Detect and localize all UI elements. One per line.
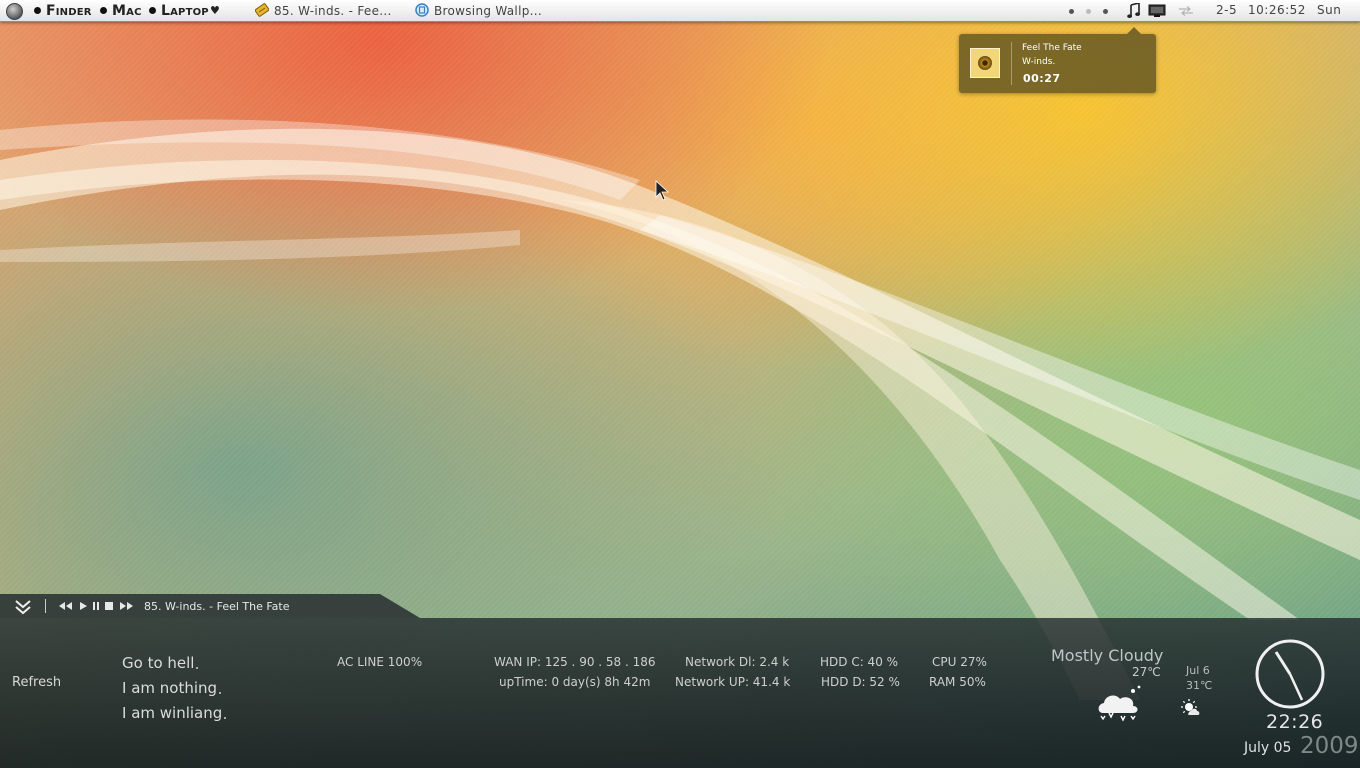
network-download-stat: Network Dl: 2.4 k xyxy=(685,655,790,669)
clock-year: 2009 xyxy=(1300,733,1359,759)
menubar-day: Sun xyxy=(1317,3,1342,17)
cpu-stat: CPU 27% xyxy=(932,655,987,669)
uptime-stat: upTime: 0 day(s) 8h 42m xyxy=(499,675,651,689)
heart-icon: ♥ xyxy=(210,4,220,17)
menu-laptop-label: Laptop xyxy=(161,3,209,19)
bullet-icon xyxy=(34,7,41,14)
digital-clock: 22:26 xyxy=(1266,711,1324,733)
monitor-icon[interactable] xyxy=(1148,4,1166,18)
quote-text: Go to hell xyxy=(122,654,195,672)
popup-divider xyxy=(1011,42,1012,85)
quote-text: I am nothing xyxy=(122,679,218,697)
ac-line-stat: AC LINE 100% xyxy=(337,655,423,669)
now-playing-track: 85. W-inds. - Feel The Fate xyxy=(144,600,290,613)
refresh-button[interactable]: Refresh xyxy=(12,675,61,690)
workspace-dot-1[interactable] xyxy=(1069,9,1074,14)
collapse-chevron-icon[interactable] xyxy=(14,599,32,615)
play-icon[interactable] xyxy=(78,600,88,612)
partly-sunny-icon xyxy=(1181,699,1200,715)
dot-icon xyxy=(224,717,227,719)
dot-icon xyxy=(219,692,222,694)
ram-stat: RAM 50% xyxy=(929,675,986,689)
menu-finder[interactable]: Finder xyxy=(34,3,92,19)
now-playing-popup: Feel The Fate W-inds. 00:27 xyxy=(959,27,1156,93)
taskbar-item-browser[interactable]: Browsing Wallp... xyxy=(415,3,542,18)
clock-date: July 05 xyxy=(1244,740,1292,756)
top-menubar: Finder Mac Laptop ♥ 85. W-inds. - Fee...… xyxy=(0,0,1360,22)
fast-forward-icon[interactable] xyxy=(119,600,135,612)
quote-line: Go to hell xyxy=(122,654,199,672)
cloudy-night-icon xyxy=(1098,685,1141,722)
quote-text: I am winliang xyxy=(122,704,223,722)
menu-mac[interactable]: Mac xyxy=(100,3,142,19)
workspace-dot-2[interactable] xyxy=(1086,9,1091,14)
music-note-icon[interactable] xyxy=(1127,3,1141,19)
pause-icon[interactable] xyxy=(91,600,101,612)
current-temperature: 27℃ xyxy=(1132,665,1161,679)
stop-icon[interactable] xyxy=(104,600,114,612)
forecast-temperature: 31℃ xyxy=(1186,679,1213,692)
music-player-icon xyxy=(255,3,269,17)
taskbar-item-browser-label: Browsing Wallp... xyxy=(434,4,542,18)
wan-ip-stat: WAN IP: 125 . 90 . 58 . 186 xyxy=(494,655,656,669)
quote-line: I am winliang xyxy=(122,704,227,722)
popup-elapsed-time: 00:27 xyxy=(1023,72,1061,85)
menu-mac-label: Mac xyxy=(112,3,142,19)
hdd-d-stat: HDD D: 52 % xyxy=(821,675,900,689)
menu-finder-label: Finder xyxy=(46,3,92,19)
start-orb-icon[interactable] xyxy=(6,3,23,20)
bullet-icon xyxy=(149,7,156,14)
forecast-date: Jul 6 xyxy=(1186,664,1210,677)
weather-condition: Mostly Cloudy xyxy=(1051,646,1164,665)
bullet-icon xyxy=(100,7,107,14)
menu-laptop[interactable]: Laptop xyxy=(149,3,209,19)
workspace-indicator: 2-5 xyxy=(1216,3,1238,17)
hdd-c-stat: HDD C: 40 % xyxy=(820,655,899,669)
popup-track-title: Feel The Fate xyxy=(1022,43,1082,53)
quote-line: I am nothing xyxy=(122,679,222,697)
media-separator xyxy=(45,599,46,613)
album-art-icon xyxy=(970,48,1000,78)
rewind-icon[interactable] xyxy=(57,600,73,612)
dot-icon xyxy=(196,667,199,669)
network-upload-stat: Network UP: 41.4 k xyxy=(675,675,791,689)
popup-artist: W-inds. xyxy=(1022,57,1056,67)
browser-icon xyxy=(415,3,429,17)
analog-clock-icon xyxy=(1255,639,1325,709)
bottom-info-panel: Refresh Go to hell I am nothing I am win… xyxy=(0,618,1360,768)
mouse-cursor-icon xyxy=(655,180,669,201)
network-arrows-icon[interactable] xyxy=(1177,6,1195,16)
media-control-bar: 85. W-inds. - Feel The Fate xyxy=(0,594,420,618)
taskbar-item-music-label: 85. W-inds. - Fee... xyxy=(274,4,392,18)
workspace-dot-3[interactable] xyxy=(1103,9,1108,14)
taskbar-item-music[interactable]: 85. W-inds. - Fee... xyxy=(255,3,392,18)
menubar-clock[interactable]: 10:26:52 xyxy=(1248,3,1306,17)
